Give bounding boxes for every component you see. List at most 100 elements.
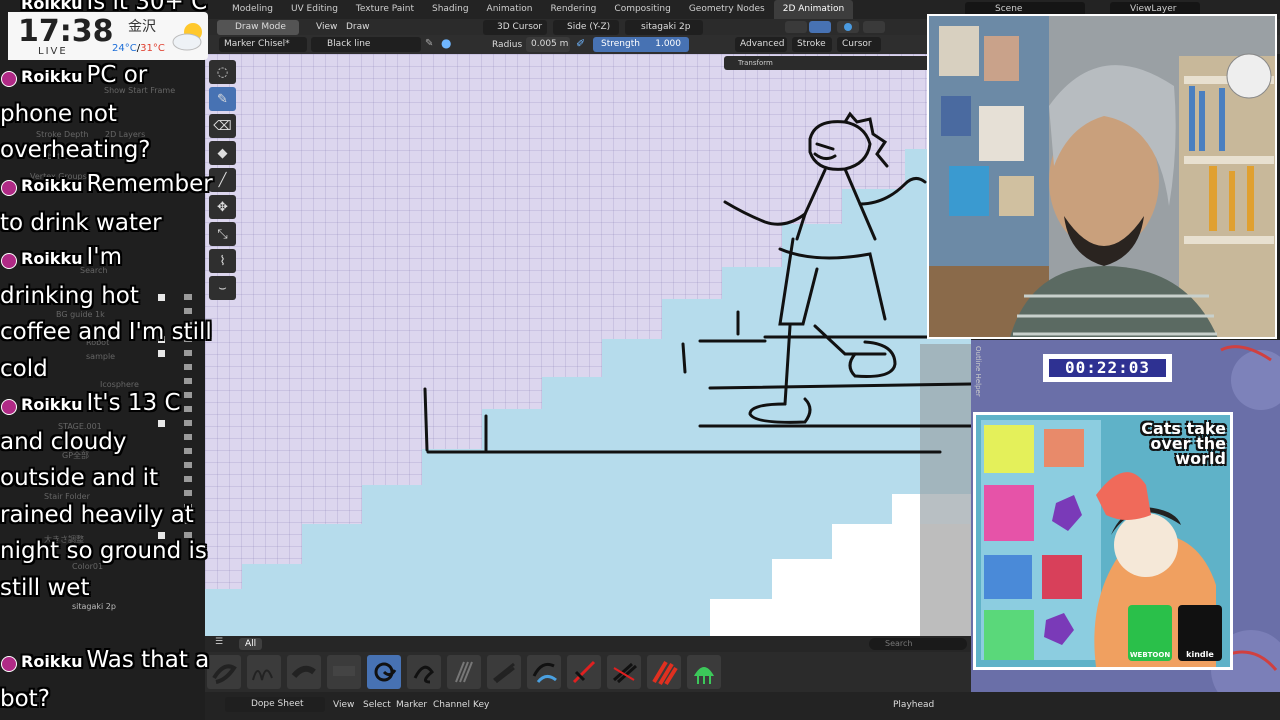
chat-avatar bbox=[1, 180, 17, 196]
dope-menu-channel[interactable]: Channel bbox=[433, 697, 470, 713]
dope-menu-view[interactable]: View bbox=[333, 697, 354, 713]
chat-avatar bbox=[1, 399, 17, 415]
cursor-dropdown[interactable]: 3D Cursor bbox=[483, 20, 547, 35]
brush-thumb[interactable] bbox=[567, 655, 601, 689]
overlay-toggle-icons[interactable] bbox=[785, 21, 895, 34]
webcam-feed bbox=[927, 14, 1277, 339]
chat-username: Roikku bbox=[21, 249, 83, 268]
radius-label: Radius bbox=[492, 40, 523, 50]
sphere-icon[interactable]: ● bbox=[441, 36, 451, 50]
tab-shading[interactable]: Shading bbox=[423, 0, 478, 19]
asset-search-input[interactable]: Search bbox=[869, 638, 967, 650]
brush-thumb[interactable] bbox=[487, 655, 521, 689]
temperature-range: 24°C/31°C bbox=[112, 43, 165, 54]
tab-modeling[interactable]: Modeling bbox=[223, 0, 282, 19]
line-icon[interactable]: ╱ bbox=[209, 168, 236, 192]
outline-helper-label: Outline Helper bbox=[974, 346, 982, 397]
asset-shelf-header: ☰ All Search bbox=[205, 636, 971, 652]
tab-texture-paint[interactable]: Texture Paint bbox=[347, 0, 423, 19]
brush-thumb[interactable] bbox=[287, 655, 321, 689]
brush-thumb[interactable] bbox=[647, 655, 681, 689]
drawing-canvas[interactable] bbox=[205, 54, 971, 636]
brush-thumb[interactable] bbox=[447, 655, 481, 689]
chat-username: Roikku bbox=[21, 176, 83, 195]
webtoon-badge[interactable]: WEBTOON bbox=[1128, 605, 1172, 661]
curve-icon[interactable]: ⌣ bbox=[209, 276, 236, 300]
cursor-settings-dropdown[interactable]: Cursor bbox=[837, 37, 881, 52]
grey-column bbox=[920, 344, 971, 524]
chat-avatar bbox=[1, 71, 17, 87]
tool-palette: ◌ ✎ ⌫ ◆ ╱ ✥ ⤡ ⌇ ⌣ bbox=[209, 60, 237, 303]
mode-dropdown[interactable]: Draw Mode bbox=[217, 20, 299, 35]
chat-text: It's 13 C and cloudy outside and it rain… bbox=[0, 390, 207, 601]
kindle-label: kindle bbox=[1186, 650, 1214, 659]
pen-pressure-icon[interactable]: ✐ bbox=[576, 37, 585, 50]
axis-dropdown[interactable]: Side (Y-Z) bbox=[553, 20, 619, 35]
draw-icon[interactable]: ✎ bbox=[209, 87, 236, 111]
webtoon-label: WEBTOON bbox=[1129, 651, 1171, 659]
webcam-image bbox=[929, 16, 1275, 337]
brush-dropdown[interactable]: Marker Chisel* bbox=[219, 37, 307, 52]
timer-display: 00:22:03 bbox=[1049, 359, 1166, 377]
brush-thumb[interactable] bbox=[407, 655, 441, 689]
layer-dropdown[interactable]: sitagaki 2p bbox=[625, 20, 703, 35]
chat-username: Roikku bbox=[21, 652, 83, 671]
3d-viewport[interactable]: Transform ◌ ✎ ⌫ ◆ ╱ ✥ ⤡ ⌇ ⌣ bbox=[205, 54, 971, 636]
live-badge: LIVE bbox=[38, 46, 68, 57]
brush-thumb[interactable] bbox=[327, 655, 361, 689]
menu-icon[interactable]: ☰ bbox=[215, 637, 223, 647]
brush-thumb[interactable] bbox=[687, 655, 721, 689]
material-dropdown[interactable]: Black line bbox=[311, 37, 421, 52]
draw-menu[interactable]: Draw bbox=[346, 19, 370, 35]
dope-menu-select[interactable]: Select bbox=[363, 697, 391, 713]
brush-thumb[interactable] bbox=[607, 655, 641, 689]
dope-sheet-header: Dope Sheet View Select Marker Channel Ke… bbox=[205, 692, 1280, 720]
temp-max: 31°C bbox=[140, 43, 165, 54]
book-title: Cats take over the world bbox=[1141, 419, 1226, 468]
chat-text: Is it 30+ C bbox=[86, 0, 208, 15]
brush-asset-shelf bbox=[205, 652, 971, 692]
dope-menu-key[interactable]: Key bbox=[473, 697, 489, 713]
brush-thumb[interactable] bbox=[527, 655, 561, 689]
chat-message: Roikku Was that a bot? bbox=[0, 642, 213, 717]
chat-message: Roikku Is it 30+ C bbox=[0, 0, 213, 23]
chat-message: Roikku I'm drinking hot coffee and I'm st… bbox=[0, 239, 213, 387]
chat-message: Roikku Remember to drink water bbox=[0, 166, 213, 241]
lock-icon[interactable]: ✎ bbox=[425, 38, 433, 49]
sun-cloud-icon bbox=[172, 23, 202, 51]
kindle-badge[interactable]: kindle bbox=[1178, 605, 1222, 661]
chat-avatar bbox=[1, 656, 17, 672]
stream-timer: 00:22:03 bbox=[1043, 354, 1172, 382]
temp-min: 24°C bbox=[112, 43, 137, 54]
asset-filter-all[interactable]: All bbox=[239, 638, 263, 650]
radius-field[interactable]: 0.005 m bbox=[526, 37, 570, 52]
tab-animation[interactable]: Animation bbox=[478, 0, 542, 19]
editor-type-dropdown[interactable]: Dope Sheet bbox=[225, 697, 325, 712]
brush-thumb[interactable] bbox=[247, 655, 281, 689]
tab-uv-editing[interactable]: UV Editing bbox=[282, 0, 347, 19]
playhead-dropdown[interactable]: Playhead bbox=[893, 697, 934, 713]
eyedropper-icon[interactable]: ⌇ bbox=[209, 249, 236, 273]
tab-compositing[interactable]: Compositing bbox=[605, 0, 679, 19]
stroke-dropdown[interactable]: Stroke bbox=[792, 37, 832, 52]
chat-username: Roikku bbox=[21, 0, 83, 13]
transform-icon[interactable]: ⤡ bbox=[209, 222, 236, 246]
advanced-dropdown[interactable]: Advanced bbox=[735, 37, 787, 52]
strength-slider[interactable]: Strength 1.000 bbox=[593, 37, 689, 52]
strength-value: 1.000 bbox=[655, 39, 681, 49]
tab-rendering[interactable]: Rendering bbox=[541, 0, 605, 19]
dope-menu-marker[interactable]: Marker bbox=[396, 697, 427, 713]
chat-avatar bbox=[1, 253, 17, 269]
chat-message: Roikku PC or phone not overheating? bbox=[0, 57, 213, 169]
tab-2d-animation[interactable]: 2D Animation bbox=[773, 0, 854, 19]
view-menu[interactable]: View bbox=[316, 19, 337, 35]
erase-icon[interactable]: ⌫ bbox=[209, 114, 236, 138]
strength-label: Strength bbox=[601, 39, 640, 49]
brush-thumb-active[interactable] bbox=[367, 655, 401, 689]
chat-username: Roikku bbox=[21, 395, 83, 414]
move-icon[interactable]: ✥ bbox=[209, 195, 236, 219]
select-icon[interactable]: ◌ bbox=[209, 60, 236, 84]
chat-message: Roikku It's 13 C and cloudy outside and i… bbox=[0, 385, 213, 607]
fill-icon[interactable]: ◆ bbox=[209, 141, 236, 165]
tab-geometry-nodes[interactable]: Geometry Nodes bbox=[680, 0, 774, 19]
